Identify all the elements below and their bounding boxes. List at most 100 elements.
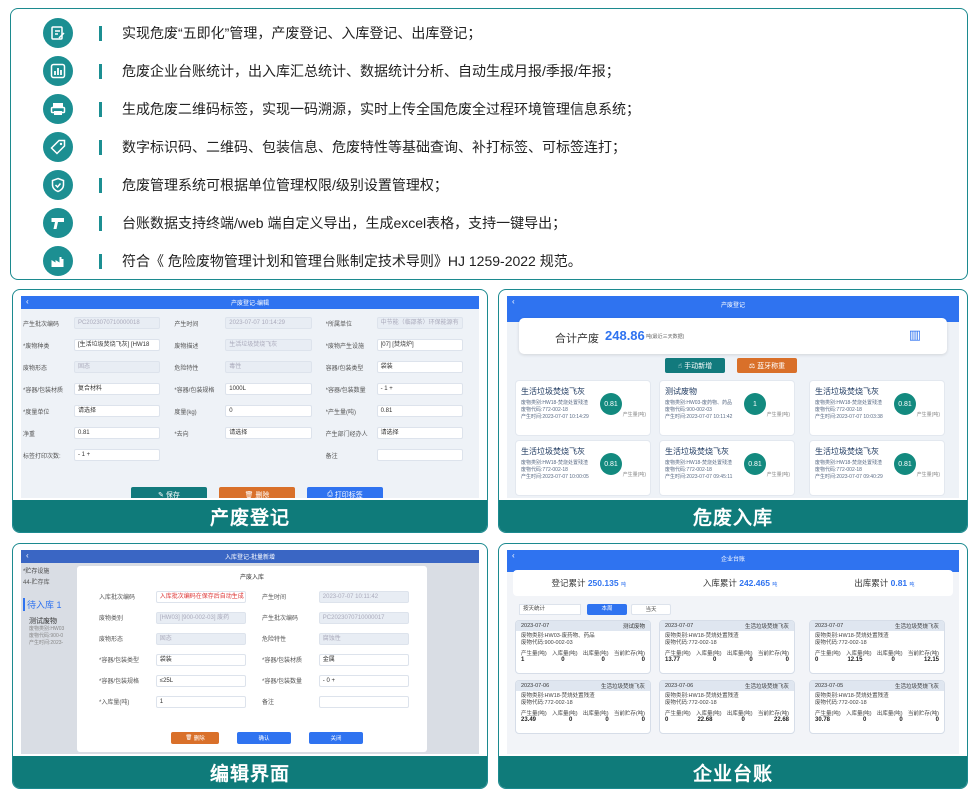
manual-add-button[interactable]: ☝ 手动新增 xyxy=(665,358,725,373)
back-icon[interactable]: ‹ xyxy=(512,297,515,306)
tab-today[interactable]: 当天 xyxy=(631,604,671,615)
back-icon[interactable]: ‹ xyxy=(26,551,29,560)
ledger-value: 0 xyxy=(863,717,867,723)
record-title: 生活垃圾焚烧飞灰 xyxy=(521,447,585,456)
tab-this-week[interactable]: 本周 xyxy=(587,604,627,615)
ledger-body: 废物类别:HW18-焚烧处置残渣 废物代码:772-002-18 xyxy=(660,631,794,649)
field-input[interactable]: 金属 xyxy=(318,653,409,666)
pending-item-line: 废物类别:HW03 xyxy=(29,626,65,632)
field-input: 生活垃圾焚烧飞灰 xyxy=(225,339,312,351)
ledger-col-label: 出库量(吨) xyxy=(726,651,753,657)
chart-icon[interactable]: ▥ xyxy=(909,327,921,343)
field-input[interactable] xyxy=(318,695,409,708)
ledger-value: 0 xyxy=(815,657,819,663)
field-input[interactable]: 1 xyxy=(155,695,246,708)
ledger-col-label: 入库量(吨) xyxy=(551,651,578,657)
field-input[interactable]: 0.81 xyxy=(376,405,463,417)
field-input[interactable]: 袋装 xyxy=(376,361,463,373)
field-label: *产生量(吨) xyxy=(325,409,356,416)
close-button[interactable]: 关闭 xyxy=(309,732,363,744)
ledger-header: 2023-07-07 测试废物 xyxy=(516,621,650,631)
field-input[interactable]: 入库批次编码在保存后自动生成 xyxy=(155,590,246,603)
field-input[interactable]: 1000L xyxy=(225,383,312,395)
ledger-card[interactable]: 2023-07-07 测试废物 废物类别:HW03-废药物、药品 废物代码:900-0… xyxy=(515,620,651,674)
back-icon[interactable]: ‹ xyxy=(512,551,515,560)
ledger-values: 1 0 0 0 xyxy=(516,657,650,663)
field-input: [HW03] [900-002-03] 废药 xyxy=(155,611,246,624)
amount-unit: 产生量(吨) xyxy=(916,472,940,478)
side-facility-label: *贮存设施 xyxy=(23,569,50,575)
field-label: *容器/包装类型 xyxy=(99,658,140,664)
ledger-line: 废物类别:HW18-焚烧处置残渣 xyxy=(521,693,595,699)
field-label: *容器/包装规格 xyxy=(174,387,215,394)
ledger-col-label: 当前贮存(吨) xyxy=(757,711,789,717)
ledger-card[interactable]: 2023-07-07 生活垃圾焚烧飞灰 废物类别:HW18-焚烧处置残渣 废物代码:7… xyxy=(809,620,945,674)
field-input[interactable]: - 0 + xyxy=(318,674,409,687)
save-button[interactable]: ✎ 保存 xyxy=(131,487,207,498)
ledger-value: 1 xyxy=(521,657,525,663)
feature-row: 台账数据支持终端/web 端自定义导出，生成excel表格，支持一键导出； xyxy=(43,207,566,239)
field-label: *容器/包装数量 xyxy=(262,679,303,685)
print-label: 打印标签 xyxy=(334,491,363,499)
confirm-button[interactable]: 确认 xyxy=(237,732,291,744)
ledger-value: 0 xyxy=(641,717,645,723)
ledger-card[interactable]: 2023-07-05 生活垃圾焚烧飞灰 废物类别:HW18-焚烧处置残渣 废物代码:7… xyxy=(809,680,945,734)
field-input: 毒性 xyxy=(225,361,312,373)
form-row: *容器/包装类型 袋装 *容器/包装材质 金属 xyxy=(99,649,425,670)
shield-icon xyxy=(43,170,73,200)
screen-title: 企业台账 xyxy=(720,557,745,563)
field-input[interactable]: 0.81 xyxy=(73,427,161,439)
pending-item-line: 产生时间:2023- xyxy=(29,640,64,646)
field-label: 废物形态 xyxy=(99,637,124,643)
ledger-line: 废物类别:HW03-废药物、药品 xyxy=(521,633,595,639)
ledger-card[interactable]: 2023-07-06 生活垃圾焚烧飞灰 废物类别:HW18-焚烧处置残渣 废物代码:7… xyxy=(515,680,651,734)
delete-button[interactable]: 🗑 删除 xyxy=(219,487,295,498)
back-icon[interactable]: ‹ xyxy=(26,297,29,306)
field-input[interactable]: - 1 + xyxy=(376,383,463,395)
field-label: *容器/包装材质 xyxy=(23,387,64,394)
pending-item-name[interactable]: 测试废物 xyxy=(29,616,57,626)
record-card[interactable]: 生活垃圾焚烧飞灰 废物类别:HW18-焚烧处置残渣 废物代码:772-002-18 产… xyxy=(809,380,945,436)
delete-label: 删除 xyxy=(193,736,205,742)
field-input[interactable]: [07] [焚烧炉] xyxy=(376,339,463,351)
stat-mode-select[interactable]: 按天统计 xyxy=(519,604,581,615)
field-label: *入库量(吨) xyxy=(99,700,130,706)
record-card[interactable]: 生活垃圾焚烧飞灰 废物类别:HW18-焚烧处置残渣 废物代码:772-002-18 产… xyxy=(515,440,651,496)
feature-divider xyxy=(99,25,102,41)
form-row: 废物形态 固态 危险特性 腐蚀性 xyxy=(99,628,425,649)
ledger-columns: 产生量(吨) 入库量(吨) 出库量(吨) 当前贮存(吨) xyxy=(660,649,794,657)
record-title: 生活垃圾焚烧飞灰 xyxy=(815,387,879,396)
field-input: 固态 xyxy=(73,361,161,373)
ledger-card[interactable]: 2023-07-06 生活垃圾焚烧飞灰 废物类别:HW18-焚烧处置残渣 废物代码:7… xyxy=(659,680,795,734)
ledger-value: 0 xyxy=(641,657,645,663)
field-input[interactable]: ≤25L xyxy=(155,674,246,687)
ledger-value: 0 xyxy=(891,657,895,663)
ledger-date: 2023-07-07 xyxy=(665,623,694,629)
delete-button[interactable]: 🗑 删除 xyxy=(171,732,219,744)
amount-circle: 0.81 xyxy=(894,393,916,415)
field-input[interactable]: - 1 + xyxy=(73,449,161,461)
amount-circle: 0.81 xyxy=(744,453,766,475)
field-input[interactable]: 请选择 xyxy=(225,427,312,439)
record-card[interactable]: 测试废物 废物类别:HW03-废药物、药品 废物代码:900-002-03 产生时间:… xyxy=(659,380,795,436)
ledger-col-label: 出库量(吨) xyxy=(582,651,609,657)
field-input[interactable]: 请选择 xyxy=(73,405,161,417)
ledger-columns: 产生量(吨) 入库量(吨) 出库量(吨) 当前贮存(吨) xyxy=(516,649,650,657)
record-card[interactable]: 生活垃圾焚烧飞灰 废物类别:HW18-焚烧处置残渣 废物代码:772-002-18 产… xyxy=(659,440,795,496)
bluetooth-weigh-button[interactable]: ⚖ 蓝牙称重 xyxy=(737,358,797,373)
field-input[interactable]: 袋装 xyxy=(155,653,246,666)
print-label-button[interactable]: ⎙ 打印标签 xyxy=(307,487,383,498)
field-input[interactable]: 复合材料 xyxy=(73,383,161,395)
field-input[interactable]: [生活垃圾焚烧飞灰] [HW18 xyxy=(73,339,161,351)
field-label: *去向 xyxy=(174,431,189,438)
record-card[interactable]: 生活垃圾焚烧飞灰 废物类别:HW18-焚烧处置残渣 废物代码:772-002-18 产… xyxy=(809,440,945,496)
panel-waste-storage: ‹ 产废登记 合计产废 248.86 吨(最近三天数据) ▥ ☝ 手动新增 ⚖ 蓝… xyxy=(498,289,968,533)
ledger-card[interactable]: 2023-07-07 生活垃圾焚烧飞灰 废物类别:HW18-焚烧处置残渣 废物代码:7… xyxy=(659,620,795,674)
ledger-col-label: 当前贮存(吨) xyxy=(613,711,645,717)
field-input[interactable] xyxy=(376,449,463,461)
field-input[interactable]: 请选择 xyxy=(376,427,463,439)
field-label: *废物产生设施 xyxy=(325,343,364,350)
field-input[interactable]: 0 xyxy=(225,405,312,417)
side-facility-value[interactable]: 44-贮存库 xyxy=(23,577,73,587)
record-card[interactable]: 生活垃圾焚烧飞灰 废物类别:HW18-焚烧处置残渣 废物代码:772-002-18 产… xyxy=(515,380,651,436)
